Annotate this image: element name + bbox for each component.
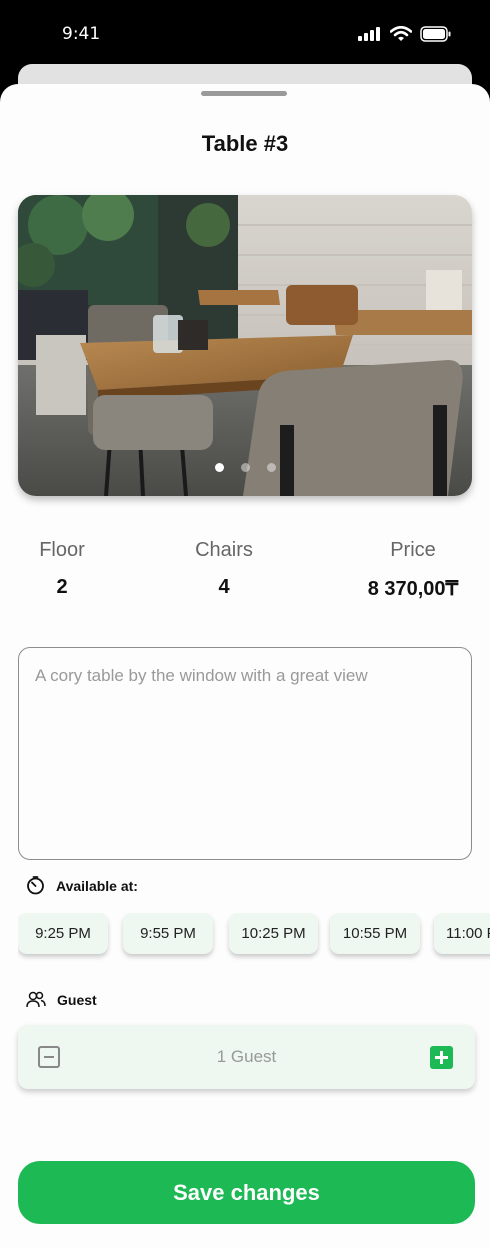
status-time: 9:41 bbox=[62, 24, 101, 44]
table-photo-carousel[interactable] bbox=[18, 195, 472, 496]
price-value: 8 370,00₸ bbox=[367, 578, 459, 600]
status-bar: 9:41 bbox=[0, 0, 490, 66]
time-slot-list: 9:25 PM 9:55 PM 10:25 PM 10:55 PM 11:00 … bbox=[18, 913, 490, 963]
table-details-sheet: Table #3 Floor 2 Chairs 4 Price 8 370,00… bbox=[0, 84, 490, 1248]
save-changes-button[interactable]: Save changes bbox=[18, 1161, 475, 1224]
restaurant-table-photo bbox=[18, 195, 472, 496]
chairs-value: 4 bbox=[218, 576, 230, 598]
guest-label: Guest bbox=[57, 991, 97, 1008]
available-label: Available at: bbox=[56, 877, 138, 894]
sheet-grabber[interactable] bbox=[201, 91, 287, 96]
time-slot-chip[interactable]: 9:55 PM bbox=[123, 913, 213, 954]
timer-icon bbox=[27, 876, 44, 895]
increase-guest-button[interactable] bbox=[430, 1046, 453, 1069]
price-label: Price bbox=[390, 539, 436, 561]
cellular-signal-icon bbox=[358, 27, 380, 41]
carousel-dots bbox=[18, 463, 472, 472]
floor-label: Floor bbox=[39, 539, 85, 561]
chairs-label: Chairs bbox=[195, 539, 253, 561]
carousel-dot[interactable] bbox=[266, 463, 276, 472]
guest-header: Guest bbox=[26, 991, 97, 1008]
time-slot-chip[interactable]: 10:25 PM bbox=[229, 913, 318, 954]
guest-count: 1 Guest bbox=[216, 1047, 277, 1066]
available-header: Available at: bbox=[26, 876, 138, 895]
description-field[interactable] bbox=[18, 647, 472, 860]
wifi-icon bbox=[390, 26, 412, 41]
status-icons bbox=[358, 26, 452, 42]
floor-value: 2 bbox=[56, 576, 68, 598]
users-icon bbox=[26, 991, 46, 1008]
carousel-dot[interactable] bbox=[240, 463, 250, 472]
time-slot-chip[interactable]: 9:25 PM bbox=[18, 913, 108, 954]
time-slot-chip[interactable]: 11:00 PM bbox=[434, 913, 490, 954]
page-title: Table #3 bbox=[201, 131, 289, 156]
carousel-dot[interactable] bbox=[214, 463, 224, 472]
time-slot-chip[interactable]: 10:55 PM bbox=[330, 913, 420, 954]
guest-stepper: 1 Guest bbox=[18, 1025, 475, 1089]
battery-icon bbox=[420, 26, 451, 42]
